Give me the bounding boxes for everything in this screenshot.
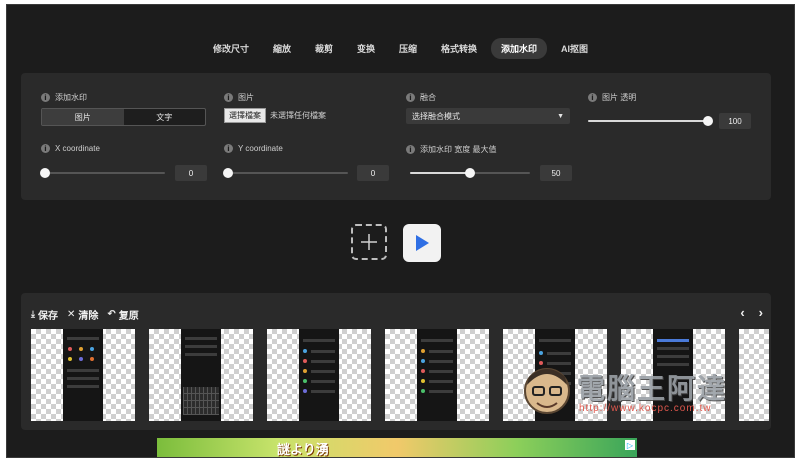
tab-convert[interactable]: 格式转换 — [431, 38, 487, 59]
x-coordinate-value[interactable]: 0 — [175, 165, 207, 181]
watermark-type-toggle: 图片 文字 — [41, 108, 206, 126]
watermark-type-field: i 添加水印 图片 文字 — [41, 92, 211, 126]
thumbnail-image[interactable] — [267, 329, 371, 421]
phone-screenshot — [181, 329, 221, 421]
x-coordinate-label: X coordinate — [55, 144, 100, 153]
thumbnail-image[interactable] — [31, 329, 135, 421]
ad-text: 謎より湧 — [277, 442, 329, 457]
opacity-slider[interactable] — [588, 116, 713, 126]
gallery-toolbar: ⤓ 保存 ✕ 清除 ↶ 复原 — [31, 307, 139, 322]
info-icon: i — [41, 144, 50, 153]
watermark-url: http://www.kocpc.com.tw — [579, 403, 712, 414]
restore-button[interactable]: ↶ 复原 — [107, 307, 138, 322]
phone-screenshot — [299, 329, 339, 421]
clear-label: 清除 — [78, 311, 99, 322]
thumbnail-image[interactable] — [149, 329, 253, 421]
watermark-type-label: 添加水印 — [55, 93, 87, 102]
mascot-icon — [524, 368, 570, 414]
tool-tabs: 修改尺寸 縮放 裁剪 变换 压缩 格式转换 添加水印 AI抠图 — [7, 38, 794, 59]
restore-label: 复原 — [118, 311, 139, 322]
x-coordinate-field: i X coordinate — [41, 144, 211, 153]
app-window: 修改尺寸 縮放 裁剪 变换 压缩 格式转换 添加水印 AI抠图 i 添加水印 图片… — [6, 4, 795, 458]
tab-transform[interactable]: 变换 — [347, 38, 385, 59]
undo-icon: ↶ — [107, 309, 116, 320]
image-file-field: i 图片 選擇檔案 未選擇任何檔案 — [224, 92, 394, 123]
info-icon: i — [406, 145, 415, 154]
opacity-label: 图片 透明 — [602, 93, 637, 102]
thumbnail-image[interactable] — [385, 329, 489, 421]
blend-mode-value: 选择融合模式 — [412, 111, 460, 121]
watermark-type-text-option[interactable]: 文字 — [124, 109, 206, 125]
adchoices-icon[interactable]: ▷ — [625, 440, 635, 450]
y-coordinate-slider[interactable] — [223, 168, 348, 178]
slider-thumb[interactable] — [40, 168, 50, 178]
opacity-field: i 图片 透明 — [588, 92, 758, 103]
watermark-title: 電腦王阿達 — [577, 372, 728, 405]
phone-screenshot — [417, 329, 457, 421]
plus-icon — [361, 234, 377, 250]
tab-resize[interactable]: 修改尺寸 — [203, 38, 259, 59]
info-icon: i — [224, 93, 233, 102]
prev-button[interactable]: ‹ — [740, 305, 744, 320]
x-coordinate-slider[interactable] — [40, 168, 165, 178]
image-file-label: 图片 — [238, 93, 254, 102]
settings-panel: i 添加水印 图片 文字 i 图片 選擇檔案 未選擇任何檔案 i 融合 选择融合模式 … — [21, 73, 771, 200]
phone-screenshot — [63, 329, 103, 421]
max-width-field: i 添加水印 宽度 最大值 — [406, 144, 576, 155]
max-width-label: 添加水印 宽度 最大值 — [420, 145, 497, 154]
info-icon: i — [41, 93, 50, 102]
tab-compress[interactable]: 压缩 — [389, 38, 427, 59]
download-icon: ⤓ — [31, 309, 35, 319]
save-button[interactable]: ⤓ 保存 — [31, 307, 58, 322]
blend-field: i 融合 选择融合模式 ▼ — [406, 92, 576, 124]
y-coordinate-field: i Y coordinate — [224, 144, 394, 153]
info-icon: i — [406, 93, 415, 102]
tab-watermark[interactable]: 添加水印 — [491, 38, 548, 59]
slider-thumb[interactable] — [703, 116, 713, 126]
blend-label: 融合 — [420, 93, 436, 102]
run-button[interactable] — [403, 224, 441, 262]
close-icon: ✕ — [66, 309, 76, 320]
watermark-type-image-option[interactable]: 图片 — [42, 109, 124, 125]
slider-thumb[interactable] — [223, 168, 233, 178]
save-label: 保存 — [37, 311, 58, 322]
clear-button[interactable]: ✕ 清除 — [67, 307, 98, 322]
choose-file-button[interactable]: 選擇檔案 — [224, 108, 266, 123]
max-width-value[interactable]: 50 — [540, 165, 572, 181]
max-width-slider[interactable] — [410, 168, 530, 178]
play-icon — [416, 235, 429, 251]
info-icon: i — [588, 93, 597, 102]
next-button[interactable]: › — [759, 305, 763, 320]
watermark-logo: 電腦王阿達 http://www.kocpc.com.tw — [519, 363, 769, 423]
add-image-button[interactable] — [351, 224, 387, 260]
tab-crop[interactable]: 裁剪 — [305, 38, 343, 59]
slider-thumb[interactable] — [465, 168, 475, 178]
file-status-text: 未選擇任何檔案 — [270, 111, 326, 120]
blend-mode-select[interactable]: 选择融合模式 ▼ — [406, 108, 570, 124]
gallery-nav: ‹ › — [740, 305, 763, 320]
ad-banner[interactable]: 謎より湧 ▷ — [157, 438, 637, 457]
opacity-value[interactable]: 100 — [719, 113, 751, 129]
tab-scale[interactable]: 縮放 — [263, 38, 301, 59]
y-coordinate-label: Y coordinate — [238, 144, 283, 153]
tab-ai-cutout[interactable]: AI抠图 — [551, 38, 598, 59]
info-icon: i — [224, 144, 233, 153]
caret-down-icon: ▼ — [557, 112, 564, 120]
y-coordinate-value[interactable]: 0 — [357, 165, 389, 181]
